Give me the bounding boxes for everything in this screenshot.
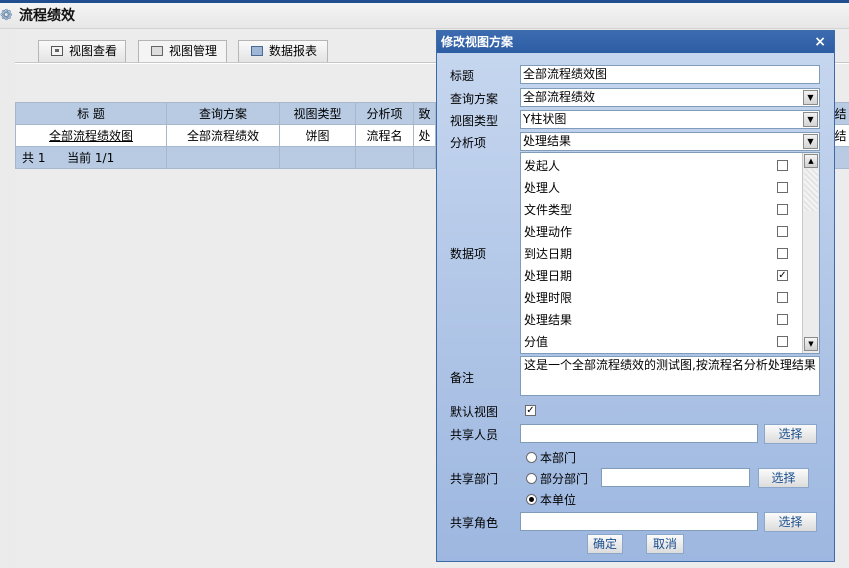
page-header: ❁ 流程绩效 xyxy=(0,3,849,29)
tab-view-manage[interactable]: 视图管理 xyxy=(138,40,227,64)
pagination-info: 共 1 当前 1/1 xyxy=(15,146,167,169)
view-type-label: 视图类型 xyxy=(450,114,499,128)
default-view-checkbox[interactable]: ✓ xyxy=(525,405,536,416)
dialog-titlebar[interactable]: 修改视图方案 × xyxy=(437,31,834,53)
scroll-up-icon[interactable]: ▲ xyxy=(804,154,818,168)
column-header[interactable]: 分析项 xyxy=(355,102,414,125)
column-header[interactable]: 致 xyxy=(413,102,436,125)
list-item: 文件类型 xyxy=(524,203,573,217)
document-icon xyxy=(151,46,163,56)
column-header[interactable]: 视图类型 xyxy=(279,102,356,125)
list-item: 处理动作 xyxy=(524,225,573,239)
table-cell: 全部流程绩效 xyxy=(166,124,280,147)
list-item: 处理人 xyxy=(524,181,561,195)
share-roles-input[interactable] xyxy=(520,512,758,531)
dialog-title: 修改视图方案 xyxy=(441,35,514,49)
remark-label: 备注 xyxy=(450,371,475,385)
scroll-thumb[interactable] xyxy=(804,169,818,211)
query-select[interactable]: 全部流程绩效 ▼ xyxy=(520,88,820,107)
column-header[interactable]: 标 题 xyxy=(15,102,167,125)
data-items-label: 数据项 xyxy=(450,247,487,261)
column-header[interactable]: 查询方案 xyxy=(166,102,280,125)
default-view-label: 默认视图 xyxy=(450,405,499,419)
page-title: 流程绩效 xyxy=(19,8,75,24)
data-item-checkbox[interactable] xyxy=(777,292,788,303)
dept-radio-own[interactable] xyxy=(526,452,537,463)
analysis-select[interactable]: 处理结果 ▼ xyxy=(520,132,820,151)
view-type-select-value: Y柱状图 xyxy=(523,112,567,126)
row-title-link[interactable]: 全部流程绩效图 xyxy=(15,124,167,147)
data-item-checkbox-checked[interactable]: ✓ xyxy=(777,270,788,281)
analysis-label: 分析项 xyxy=(450,136,487,150)
chevron-down-icon[interactable]: ▼ xyxy=(803,134,818,149)
table-cell: 处 xyxy=(413,124,436,147)
tab-label: 视图管理 xyxy=(169,44,218,58)
list-scrollbar[interactable]: ▲ ▼ xyxy=(802,153,819,353)
dept-radio-unit[interactable] xyxy=(526,494,537,505)
title-label: 标题 xyxy=(450,69,475,83)
tab-view-browse[interactable]: 视图查看 xyxy=(38,40,126,63)
analysis-select-value: 处理结果 xyxy=(523,134,572,148)
view-type-select[interactable]: Y柱状图 ▼ xyxy=(520,110,820,129)
remark-textarea[interactable]: 这是一个全部流程绩效的测试图,按流程名分析处理结果 xyxy=(520,356,820,396)
data-item-checkbox[interactable] xyxy=(777,160,788,171)
close-icon[interactable]: × xyxy=(814,31,826,53)
chevron-down-icon[interactable]: ▼ xyxy=(803,90,818,105)
dept-radio-own-label: 本部门 xyxy=(540,451,577,465)
query-label: 查询方案 xyxy=(450,92,499,106)
list-item: 处理时限 xyxy=(524,291,573,305)
total-count: 共 1 xyxy=(22,151,46,165)
ok-button[interactable]: 确定 xyxy=(587,534,623,554)
list-item: 分值 xyxy=(524,335,549,349)
data-item-checkbox[interactable] xyxy=(777,182,788,193)
table-cell: 流程名 xyxy=(355,124,414,147)
data-items-list[interactable]: 发起人 处理人 文件类型 处理动作 到达日期 处理日期 ✓ 处理时限 处理结果 … xyxy=(520,152,820,354)
title-input[interactable]: 全部流程绩效图 xyxy=(520,65,820,84)
data-item-checkbox[interactable] xyxy=(777,314,788,325)
dept-radio-partial[interactable] xyxy=(526,473,537,484)
share-dept-label: 共享部门 xyxy=(450,472,499,486)
cancel-button[interactable]: 取消 xyxy=(646,534,684,554)
chevron-down-icon[interactable]: ▼ xyxy=(803,112,818,127)
data-item-checkbox[interactable] xyxy=(777,226,788,237)
share-dept-input[interactable] xyxy=(601,468,750,487)
scroll-down-icon[interactable]: ▼ xyxy=(804,337,818,351)
data-item-checkbox[interactable] xyxy=(777,336,788,347)
list-item: 到达日期 xyxy=(524,247,573,261)
query-select-value: 全部流程绩效 xyxy=(523,90,596,104)
image-icon xyxy=(51,46,63,56)
dept-radio-unit-label: 本单位 xyxy=(540,493,577,507)
edit-view-scheme-dialog: 修改视图方案 × 标题 全部流程绩效图 查询方案 全部流程绩效 ▼ 视图类型 Y… xyxy=(436,30,835,562)
dept-radio-partial-label: 部分部门 xyxy=(540,472,589,486)
gear-icon: ❁ xyxy=(0,6,13,24)
report-icon xyxy=(251,46,263,56)
list-item: 处理日期 xyxy=(524,269,573,283)
data-item-checkbox[interactable] xyxy=(777,248,788,259)
share-dept-select-button[interactable]: 选择 xyxy=(758,468,809,488)
tab-label: 数据报表 xyxy=(269,44,318,58)
list-item: 处理结果 xyxy=(524,313,573,327)
tab-label: 视图查看 xyxy=(69,44,118,58)
table-cell: 饼图 xyxy=(279,124,356,147)
tab-data-report[interactable]: 数据报表 xyxy=(238,40,328,63)
share-users-select-button[interactable]: 选择 xyxy=(764,424,817,444)
share-roles-select-button[interactable]: 选择 xyxy=(764,512,817,532)
list-item: 发起人 xyxy=(524,159,561,173)
data-item-checkbox[interactable] xyxy=(777,204,788,215)
current-page: 当前 1/1 xyxy=(67,151,115,165)
share-users-input[interactable] xyxy=(520,424,758,443)
share-roles-label: 共享角色 xyxy=(450,516,499,530)
share-users-label: 共享人员 xyxy=(450,428,499,442)
